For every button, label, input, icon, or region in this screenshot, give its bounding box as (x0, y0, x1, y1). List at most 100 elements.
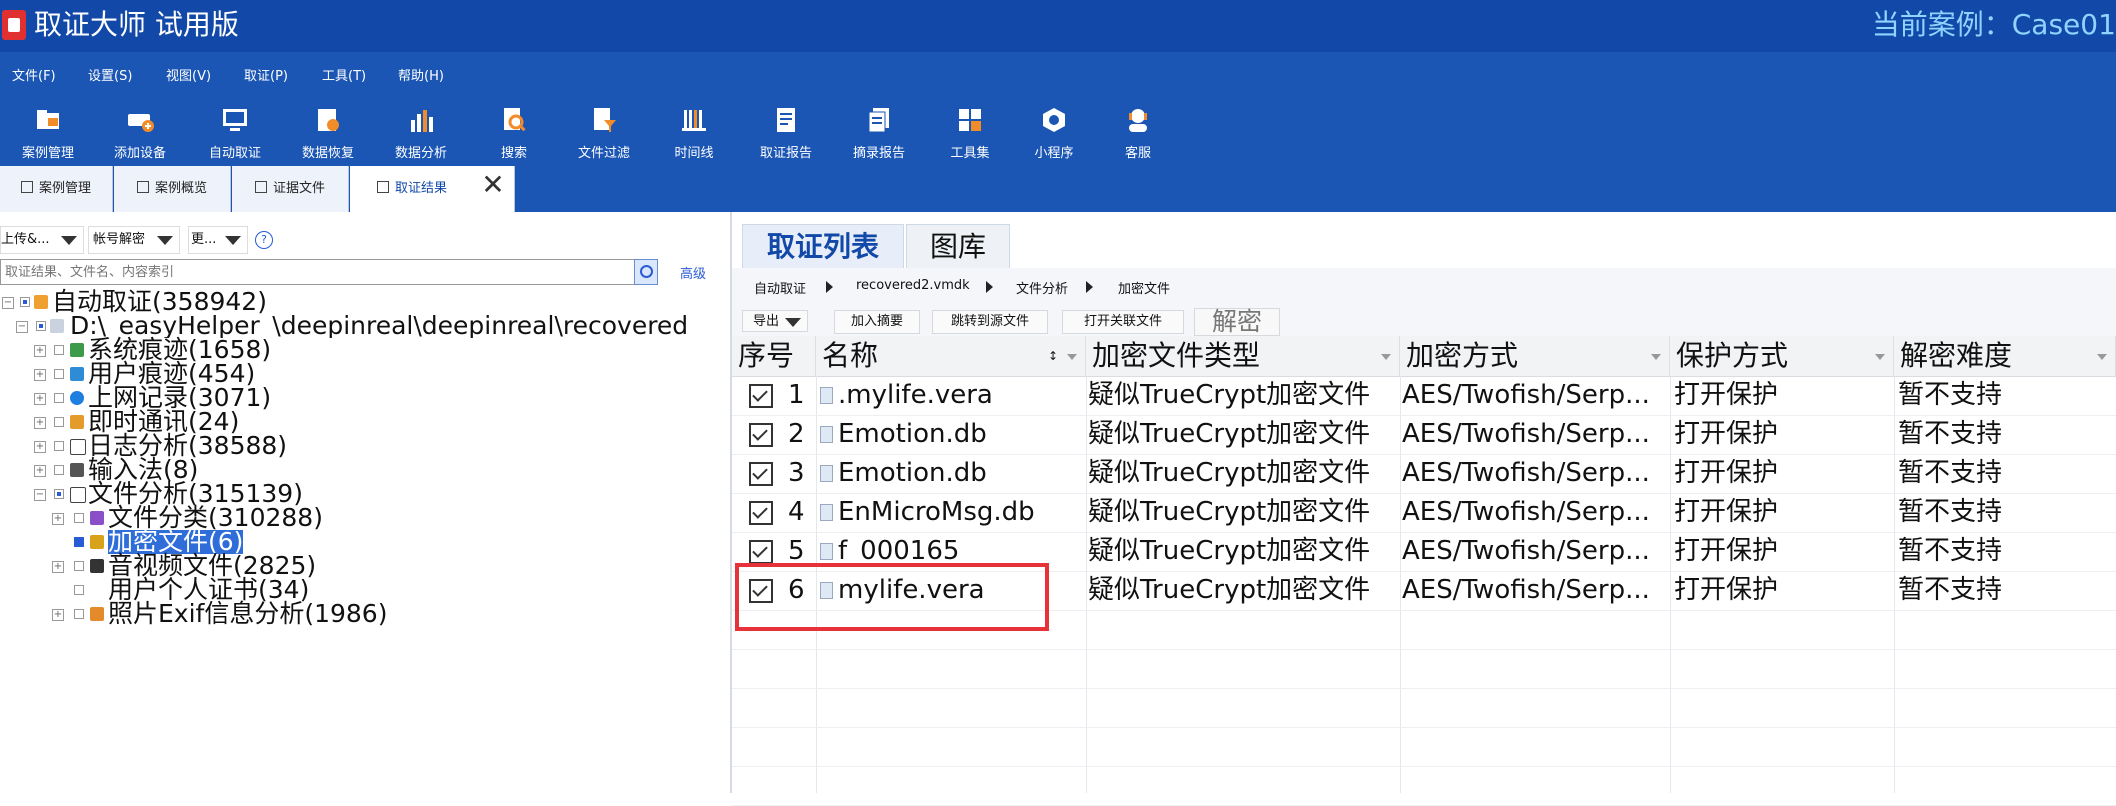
tree-checkbox[interactable] (74, 561, 84, 571)
auto-forensics-button[interactable]: 自动取证 (187, 98, 283, 162)
tree-node-photo-exif[interactable]: + 照片Exif信息分析(1986) (0, 601, 730, 626)
column-header-type[interactable]: 加密文件类型 (1086, 336, 1400, 376)
advanced-search-link[interactable]: 高级 (680, 263, 706, 282)
expand-icon[interactable]: + (34, 417, 46, 429)
cell-name: Emotion.db (838, 458, 987, 488)
column-header-method[interactable]: 加密方式 (1400, 336, 1670, 376)
help-icon[interactable]: ? (255, 231, 273, 249)
menu-view[interactable]: 视图(V) (166, 65, 211, 84)
column-header-name[interactable]: 名称 ↕ (816, 336, 1086, 376)
data-analysis-button[interactable]: 数据分析 (373, 98, 469, 162)
expand-icon[interactable]: + (34, 345, 46, 357)
open-related-button[interactable]: 打开关联文件 (1062, 310, 1184, 334)
mini-program-button[interactable]: 小程序 (1006, 98, 1102, 162)
row-checkbox[interactable] (749, 540, 773, 564)
cell-difficulty: 暂不支持 (1898, 380, 2003, 410)
row-checkbox[interactable] (749, 501, 773, 525)
more-combo[interactable]: 更... (188, 226, 248, 254)
tree-checkbox[interactable] (74, 609, 84, 619)
results-search-input[interactable] (0, 259, 636, 285)
row-checkbox[interactable] (749, 462, 773, 486)
tab-gallery[interactable]: 图库 (906, 224, 1010, 269)
close-tab-icon[interactable]: ✕ (478, 170, 508, 200)
tree-checkbox[interactable] (36, 321, 46, 331)
file-filter-button[interactable]: 文件过滤 (556, 98, 652, 162)
action-bar: 导出 加入摘要 跳转到源文件 打开关联文件 解密 (732, 304, 2116, 336)
decrypt-button[interactable]: 解密 (1194, 308, 1280, 336)
media-icon (90, 559, 104, 573)
tree-checkbox[interactable] (54, 369, 64, 379)
case-management-button[interactable]: 案例管理 (0, 98, 96, 162)
search-button[interactable]: 搜索 (466, 98, 562, 162)
expand-icon[interactable]: + (34, 369, 46, 381)
tab-case-management[interactable]: 案例管理 (0, 166, 113, 212)
menu-file[interactable]: 文件(F) (12, 65, 56, 84)
table-row[interactable]: 1 .mylife.vera 疑似TrueCrypt加密文件 AES/Twofish/… (732, 376, 2116, 416)
tab-case-overview[interactable]: 案例概览 (114, 166, 231, 212)
menu-tools[interactable]: 工具(T) (322, 65, 366, 84)
search-submit-button[interactable] (634, 259, 658, 285)
cell-protect: 打开保护 (1674, 497, 1779, 527)
expand-icon[interactable]: + (52, 609, 64, 621)
add-summary-button[interactable]: 加入摘要 (834, 310, 920, 334)
data-recovery-button[interactable]: 数据恢复 (280, 98, 376, 162)
breadcrumb-item[interactable]: recovered2.vmdk (856, 278, 970, 293)
tree-checkbox[interactable] (54, 345, 64, 355)
expand-icon[interactable]: + (34, 393, 46, 405)
menu-help[interactable]: 帮助(H) (398, 65, 444, 84)
expand-icon[interactable]: + (34, 465, 46, 477)
cell-method: AES/Twofish/Serp... (1402, 575, 1650, 605)
excerpt-report-button[interactable]: 摘录报告 (831, 98, 927, 162)
tree-checkbox[interactable] (54, 465, 64, 475)
upload-combo[interactable]: 上传&... (0, 226, 84, 254)
tree-checkbox[interactable] (74, 513, 84, 523)
collapse-icon[interactable]: − (34, 489, 46, 501)
add-device-button[interactable]: 添加设备 (92, 98, 188, 162)
cell-no: 4 (788, 497, 805, 527)
table-row[interactable]: 4 EnMicroMsg.db 疑似TrueCrypt加密文件 AES/Twofish… (732, 493, 2116, 533)
column-header-no[interactable]: 序号 (732, 336, 816, 376)
tree-checkbox[interactable] (54, 417, 64, 427)
table-row[interactable]: 2 Emotion.db 疑似TrueCrypt加密文件 AES/Twofish/Se… (732, 415, 2116, 455)
tree-checkbox[interactable] (54, 441, 64, 451)
forensics-report-button[interactable]: 取证报告 (738, 98, 834, 162)
tree-checkbox[interactable] (20, 297, 30, 307)
tree-checkbox[interactable] (74, 537, 84, 547)
breadcrumb-item[interactable]: 自动取证 (754, 278, 806, 297)
breadcrumb-item[interactable]: 加密文件 (1118, 278, 1170, 297)
tree-checkbox[interactable] (54, 393, 64, 403)
collapse-icon[interactable]: − (2, 297, 14, 309)
globe-icon (70, 391, 84, 405)
collapse-icon[interactable]: − (16, 321, 28, 333)
column-header-difficulty[interactable]: 解密难度 (1894, 336, 2116, 376)
cell-no: 1 (788, 380, 805, 410)
filter-icon (1067, 354, 1077, 360)
export-dropdown[interactable]: 导出 (742, 310, 808, 332)
empty-row (732, 766, 2116, 806)
cell-type: 疑似TrueCrypt加密文件 (1088, 497, 1371, 527)
expand-icon[interactable]: + (52, 561, 64, 573)
account-decrypt-combo[interactable]: 帐号解密 (88, 226, 180, 254)
cell-difficulty: 暂不支持 (1898, 458, 2003, 488)
row-checkbox[interactable] (749, 384, 773, 408)
customer-service-button[interactable]: 客服 (1090, 98, 1186, 162)
expand-icon[interactable]: + (52, 513, 64, 525)
column-header-protection[interactable]: 保护方式 (1670, 336, 1894, 376)
tree-node-auto-forensics[interactable]: − 自动取证(358942) (0, 289, 730, 314)
empty-row (732, 688, 2116, 728)
goto-source-button[interactable]: 跳转到源文件 (932, 310, 1048, 334)
cell-type: 疑似TrueCrypt加密文件 (1088, 536, 1371, 566)
table-row[interactable]: 3 Emotion.db 疑似TrueCrypt加密文件 AES/Twofish/Se… (732, 454, 2116, 494)
menu-forensics[interactable]: 取证(P) (244, 65, 288, 84)
row-checkbox[interactable] (749, 423, 773, 447)
timeline-button[interactable]: 时间线 (646, 98, 742, 162)
tab-forensics-list[interactable]: 取证列表 (742, 224, 904, 269)
menu-settings[interactable]: 设置(S) (88, 65, 132, 84)
breadcrumb: 自动取证 recovered2.vmdk 文件分析 加密文件 (732, 268, 2116, 305)
tab-evidence-files[interactable]: 证据文件 (232, 166, 349, 212)
tree-checkbox[interactable] (74, 585, 84, 595)
tree-checkbox[interactable] (54, 489, 64, 499)
expand-icon[interactable]: + (34, 441, 46, 453)
breadcrumb-item[interactable]: 文件分析 (1016, 278, 1068, 297)
toolset-button[interactable]: 工具集 (922, 98, 1018, 162)
